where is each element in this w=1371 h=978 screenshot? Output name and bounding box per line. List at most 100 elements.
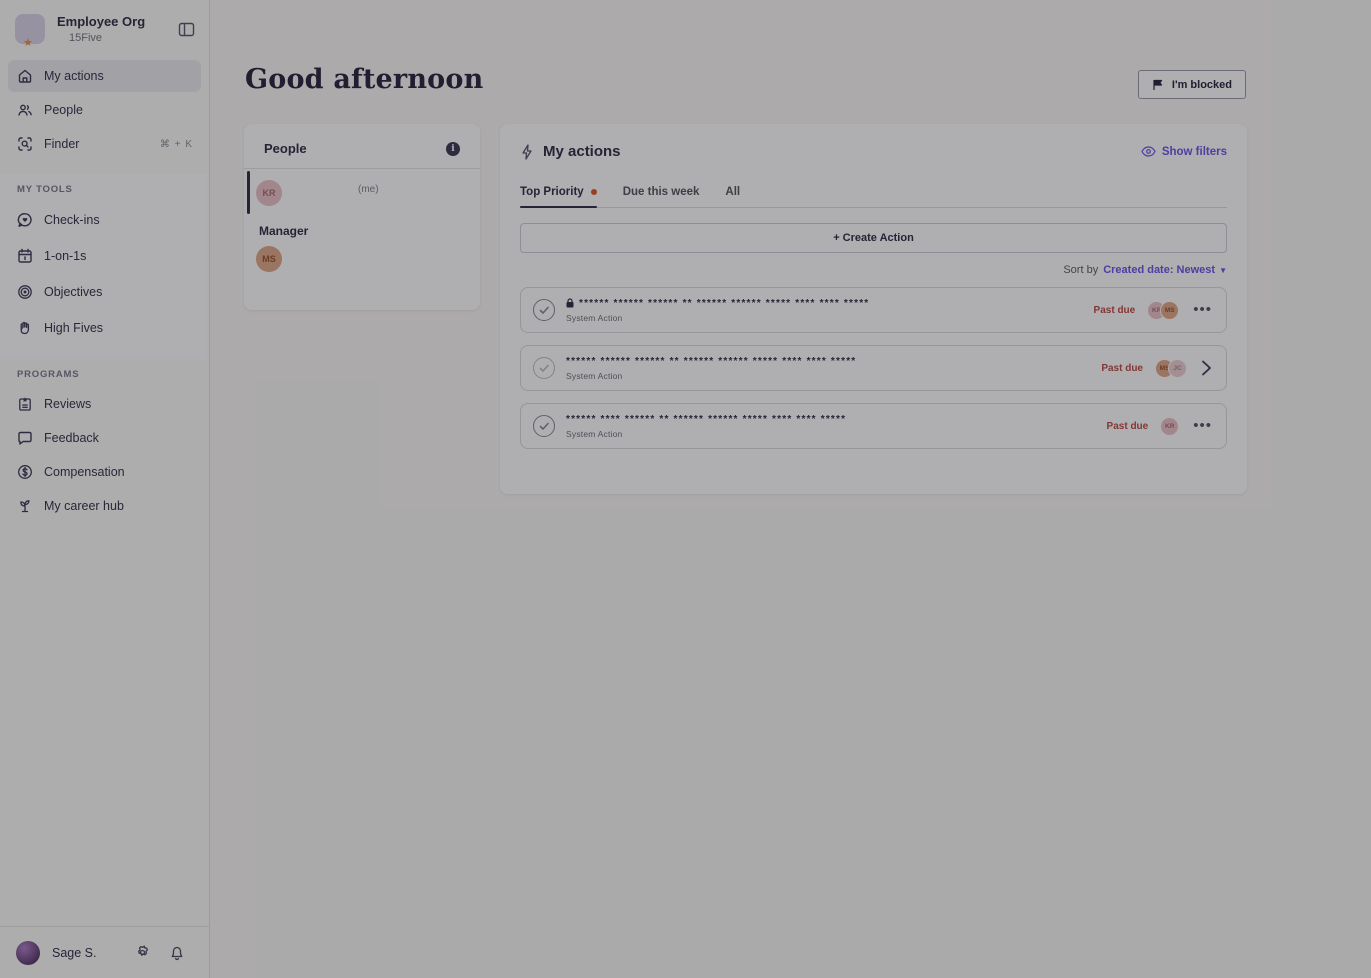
people-card: People i KR (me) Manager MS	[244, 124, 480, 310]
im-blocked-button[interactable]: I'm blocked	[1138, 70, 1246, 99]
sort-value[interactable]: Created date: Newest	[1103, 264, 1215, 276]
me-label: (me)	[358, 184, 379, 195]
action-row[interactable]: ****** ****** ****** ** ****** ****** **…	[520, 287, 1227, 333]
sidebar-footer: Sage S.	[0, 926, 209, 978]
sidebar-item-label: Check-ins	[44, 213, 191, 227]
people-manager-row[interactable]: MS	[244, 246, 480, 272]
complete-checkbox[interactable]	[533, 357, 555, 379]
sidebar-item-high-fives[interactable]: High Fives	[8, 311, 199, 345]
sidebar-item-label: High Fives	[44, 321, 191, 335]
collapse-sidebar-icon[interactable]	[178, 21, 195, 38]
feedback-icon	[16, 430, 33, 447]
checkins-icon	[16, 212, 33, 229]
sidebar-item-label: Finder	[44, 137, 160, 151]
calendar-icon	[16, 248, 33, 265]
action-subtitle: System Action	[566, 429, 1107, 439]
sidebar-item-people[interactable]: People	[8, 94, 201, 126]
career-hub-icon	[16, 498, 33, 515]
people-me-row[interactable]: KR (me)	[244, 169, 480, 216]
avatar[interactable]: JC	[1168, 359, 1187, 378]
greeting-heading: Good afternoon	[245, 64, 483, 95]
tab-top-priority[interactable]: Top Priority	[520, 180, 597, 207]
complete-checkbox[interactable]	[533, 415, 555, 437]
info-icon[interactable]: i	[446, 142, 460, 156]
settings-gear-icon[interactable]	[134, 944, 151, 961]
complete-checkbox[interactable]	[533, 299, 555, 321]
action-rows: ****** ****** ****** ** ****** ****** **…	[520, 287, 1227, 449]
sidebar-item-label: Reviews	[44, 397, 193, 411]
sidebar-item-my-career-hub[interactable]: My career hub	[8, 490, 201, 522]
sort-row: Sort by Created date: Newest ▼	[520, 264, 1227, 276]
org-product: 15Five	[69, 32, 178, 44]
people-card-title: People	[264, 141, 307, 156]
compensation-icon	[16, 464, 33, 481]
finder-icon	[16, 136, 33, 153]
section-label-my-tools: MY TOOLS	[8, 184, 199, 199]
row-menu-icon[interactable]: •••	[1193, 422, 1212, 430]
avatar[interactable]: KR	[256, 180, 282, 206]
lightning-bolt-icon	[520, 144, 534, 160]
programs-group: PROGRAMS Reviews Feedback Compensation M…	[0, 369, 209, 522]
tab-due-this-week[interactable]: Due this week	[623, 180, 700, 207]
sidebar-item-label: Compensation	[44, 465, 193, 479]
high-five-icon	[16, 320, 33, 337]
panel-title: My actions	[543, 143, 621, 160]
sidebar-nav: My actions People Finder ⌘ + K	[0, 54, 209, 160]
sidebar-item-objectives[interactable]: Objectives	[8, 275, 199, 309]
create-action-button[interactable]: + Create Action	[520, 223, 1227, 253]
eye-icon	[1141, 146, 1156, 157]
sidebar-item-compensation[interactable]: Compensation	[8, 456, 201, 488]
action-title-redacted: ****** ****** ****** ** ****** ****** **…	[566, 356, 856, 367]
row-menu-icon[interactable]: •••	[1193, 306, 1212, 314]
tab-all[interactable]: All	[725, 180, 740, 207]
sort-by-label: Sort by	[1063, 264, 1098, 276]
user-avatar[interactable]	[16, 941, 40, 965]
lock-icon	[566, 298, 574, 308]
org-name: Employee Org	[57, 14, 178, 29]
caret-down-icon: ▼	[1219, 266, 1227, 275]
avatar[interactable]: MS	[256, 246, 282, 272]
sidebar-item-label: Feedback	[44, 431, 193, 445]
notifications-bell-icon[interactable]	[169, 944, 185, 961]
sidebar-item-feedback[interactable]: Feedback	[8, 422, 201, 454]
sidebar-item-label: 1-on-1s	[44, 249, 191, 263]
past-due-badge: Past due	[1107, 421, 1149, 432]
home-icon	[16, 68, 33, 85]
sidebar-item-check-ins[interactable]: Check-ins	[8, 203, 199, 237]
sidebar-item-finder[interactable]: Finder ⌘ + K	[8, 128, 201, 160]
reviews-icon	[16, 396, 33, 413]
action-row[interactable]: ****** **** ****** ** ****** ****** ****…	[520, 403, 1227, 449]
sidebar-item-1-on-1s[interactable]: 1-on-1s	[8, 239, 199, 273]
my-tools-spotlight: MY TOOLS Check-ins 1-on-1s Objectives Hi…	[0, 174, 207, 359]
my-actions-panel: My actions Show filters Top Priority Due…	[500, 124, 1247, 494]
org-avatar: ★	[15, 14, 45, 44]
action-title-redacted: ****** **** ****** ** ****** ****** ****…	[566, 414, 846, 425]
show-filters-button[interactable]: Show filters	[1141, 146, 1227, 158]
org-header: ★ Employee Org 15Five	[0, 0, 209, 54]
avatar[interactable]: KR	[1160, 417, 1179, 436]
flag-icon	[1152, 79, 1164, 91]
star-icon: ★	[23, 38, 33, 49]
show-filters-label: Show filters	[1162, 146, 1227, 158]
sidebar-item-label: My actions	[44, 69, 193, 83]
selected-indicator	[247, 171, 250, 214]
sidebar-item-reviews[interactable]: Reviews	[8, 388, 201, 420]
priority-dot	[591, 189, 597, 195]
action-subtitle: System Action	[566, 371, 1101, 381]
section-label-programs: PROGRAMS	[8, 369, 201, 384]
finder-shortcut: ⌘ + K	[160, 139, 193, 150]
action-title-redacted: ****** ****** ****** ** ****** ****** **…	[579, 298, 869, 309]
chevron-right-icon[interactable]	[1201, 359, 1212, 377]
people-icon	[16, 102, 33, 119]
avatar[interactable]: MS	[1160, 301, 1179, 320]
im-blocked-label: I'm blocked	[1172, 79, 1232, 91]
actions-tabs: Top Priority Due this week All	[520, 180, 1227, 208]
action-subtitle: System Action	[566, 313, 1094, 323]
main-content: Good afternoon I'm blocked People i KR (…	[210, 0, 1371, 978]
sidebar: ★ Employee Org 15Five My actions People	[0, 0, 210, 978]
action-row[interactable]: ****** ****** ****** ** ****** ****** **…	[520, 345, 1227, 391]
manager-label: Manager	[244, 216, 480, 246]
user-name: Sage S.	[52, 946, 116, 960]
sidebar-item-my-actions[interactable]: My actions	[8, 60, 201, 92]
sidebar-item-label: People	[44, 103, 193, 117]
